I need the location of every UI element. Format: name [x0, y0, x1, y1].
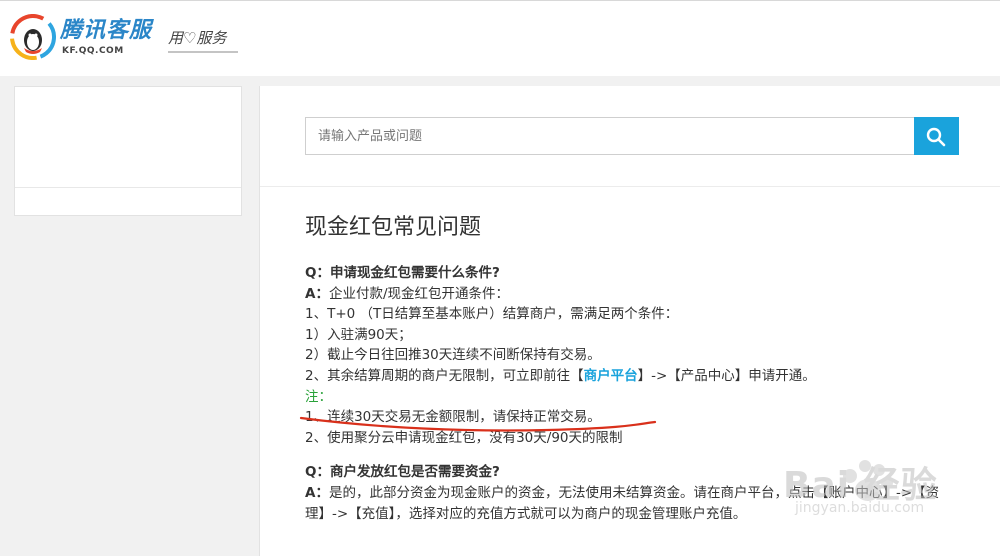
answer-line: 1、T+0 （T日结算至基本账户）结算商户，需满足两个条件： — [305, 306, 679, 323]
faq-answer-intro: A：企业付款/现金红包开通条件： — [305, 284, 1000, 305]
slogan: 用♡服务 — [168, 29, 227, 47]
faq-item-2: Q：商户发放红包是否需要资金? A：是的，此部分资金为现金账户的资金，无法使用未… — [305, 462, 1000, 524]
search-band — [260, 86, 1000, 187]
answer-label: A： — [305, 484, 329, 501]
faq-question: Q：申请现金红包需要什么条件? — [305, 265, 500, 281]
brand-url: KF.QQ.COM — [62, 46, 124, 56]
merchant-platform-link[interactable]: 商户平台 — [584, 368, 638, 384]
answer-text: 企业付款/现金红包开通条件： — [328, 285, 510, 302]
answer-line: 1）入驻满90天； — [305, 326, 412, 343]
faq-question: Q：商户发放红包是否需要资金? — [305, 464, 500, 481]
search-icon — [926, 127, 946, 147]
search-input[interactable] — [305, 117, 915, 155]
answer-line: 理】->【充值】，选择对应的充值方式就可以为商户的现金管理账户充值。 — [305, 505, 747, 522]
tencent-logo-icon[interactable] — [10, 14, 56, 60]
main-content: 现金红包常见问题 Q：申请现金红包需要什么条件? A：企业付款/现金红包开通条件… — [259, 86, 1000, 556]
top-header: 腾讯客服 KF.QQ.COM 用♡服务 — [0, 0, 1000, 76]
sidebar-divider — [15, 187, 241, 188]
answer-text: 是的，此部分资金为现金账户的资金，无法使用未结算资金。请在商户平台，点击【账户中… — [328, 484, 940, 501]
brand-name[interactable]: 腾讯客服 — [60, 18, 152, 44]
faq-answer: A：是的，此部分资金为现金账户的资金，无法使用未结算资金。请在商户平台，点击【账… — [305, 483, 1000, 504]
search-button[interactable] — [914, 117, 959, 155]
faq-article: 现金红包常见问题 Q：申请现金红包需要什么条件? A：企业付款/现金红包开通条件… — [305, 213, 1000, 524]
sidebar-panel — [14, 86, 242, 216]
answer-line-with-link: 2、其余结算周期的商户无限制，可立即前往【商户平台】->【产品中心】申请开通。 — [305, 366, 1000, 387]
note-label: 注： — [305, 388, 332, 405]
line-prefix: 2、其余结算周期的商户无限制，可立即前往【 — [305, 367, 584, 384]
red-annotation-underline — [299, 416, 657, 432]
answer-line: 2）截止今日往回推30天连续不间断保持有交易。 — [305, 347, 601, 364]
page-title: 现金红包常见问题 — [305, 215, 482, 240]
line-suffix: 】->【产品中心】申请开通。 — [637, 367, 816, 384]
answer-label: A： — [305, 285, 329, 302]
slogan-underline — [168, 51, 238, 53]
